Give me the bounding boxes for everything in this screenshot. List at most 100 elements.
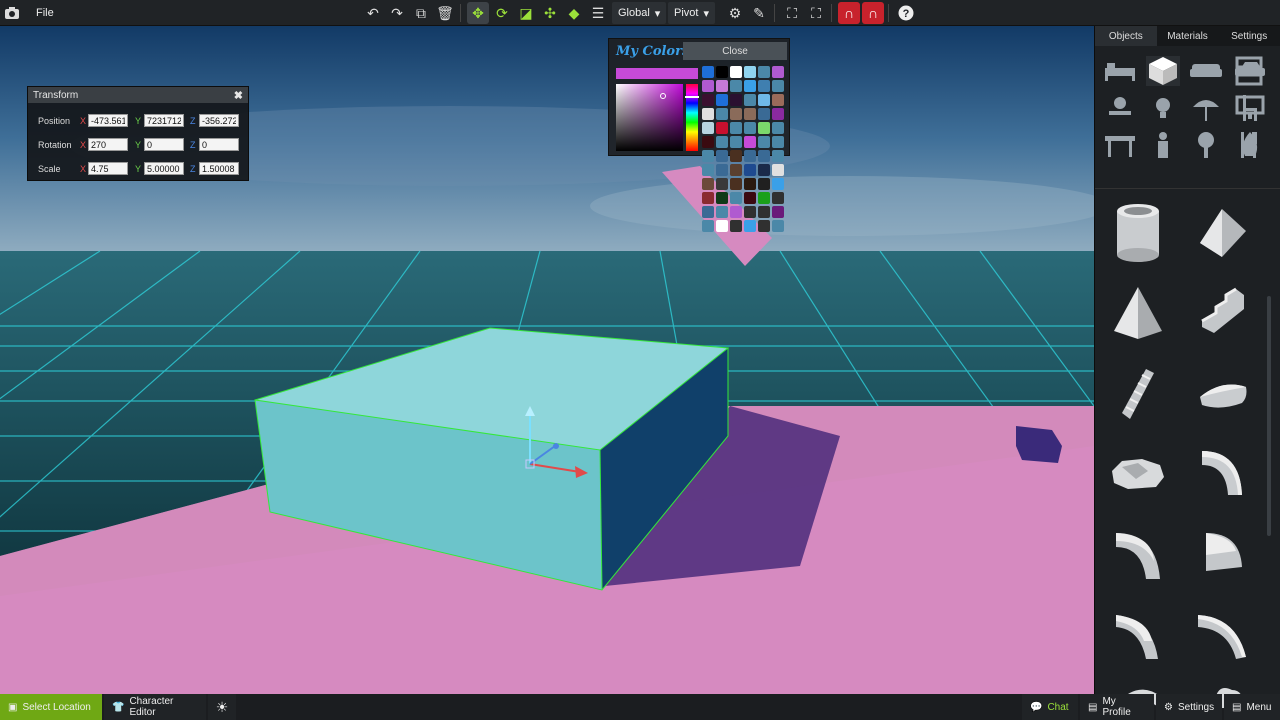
rotate-tool-icon[interactable]: ⟳ bbox=[491, 2, 513, 24]
paint-brush-icon[interactable]: ✎ bbox=[748, 2, 770, 24]
color-swatch[interactable] bbox=[716, 122, 728, 134]
object-rock[interactable] bbox=[1103, 438, 1173, 508]
color-swatch[interactable] bbox=[758, 66, 770, 78]
position-y-field[interactable] bbox=[144, 114, 184, 127]
rotation-y-field[interactable] bbox=[144, 138, 184, 151]
color-swatch[interactable] bbox=[772, 136, 784, 148]
my-profile-button[interactable]: ▤ My Profile bbox=[1080, 694, 1154, 720]
saturation-value-picker[interactable] bbox=[616, 84, 683, 151]
scale-z-field[interactable] bbox=[199, 162, 239, 175]
color-swatch[interactable] bbox=[716, 94, 728, 106]
color-swatch[interactable] bbox=[730, 80, 742, 92]
color-swatch[interactable] bbox=[716, 220, 728, 232]
color-swatch[interactable] bbox=[744, 136, 756, 148]
category-lightbulb-icon[interactable] bbox=[1146, 93, 1180, 123]
color-swatch[interactable] bbox=[730, 220, 742, 232]
color-swatch[interactable] bbox=[730, 150, 742, 162]
color-swatch[interactable] bbox=[716, 206, 728, 218]
gear-snap-icon[interactable]: ⚙ bbox=[724, 2, 746, 24]
color-swatch[interactable] bbox=[702, 206, 714, 218]
color-swatch[interactable] bbox=[730, 94, 742, 106]
color-swatch[interactable] bbox=[730, 164, 742, 176]
position-z-field[interactable] bbox=[199, 114, 239, 127]
object-pyramid[interactable] bbox=[1103, 278, 1173, 348]
close-colors-button[interactable]: Close bbox=[683, 42, 787, 60]
color-swatch[interactable] bbox=[702, 108, 714, 120]
color-swatch[interactable] bbox=[772, 220, 784, 232]
color-swatch[interactable] bbox=[702, 94, 714, 106]
space-mode-dropdown[interactable]: Global ▾ bbox=[612, 2, 667, 24]
category-car-icon[interactable] bbox=[1233, 56, 1267, 86]
color-swatch[interactable] bbox=[702, 66, 714, 78]
scale-tool-icon[interactable]: ◪ bbox=[515, 2, 537, 24]
color-swatch[interactable] bbox=[744, 150, 756, 162]
color-swatch[interactable] bbox=[744, 66, 756, 78]
file-menu[interactable]: File bbox=[28, 2, 62, 24]
category-bed-icon[interactable] bbox=[1103, 56, 1137, 86]
color-swatch[interactable] bbox=[744, 80, 756, 92]
tab-objects[interactable]: Objects bbox=[1095, 26, 1157, 46]
color-swatch[interactable] bbox=[772, 108, 784, 120]
color-swatch[interactable] bbox=[730, 122, 742, 134]
camera-icon[interactable] bbox=[4, 5, 20, 21]
object-stairs[interactable] bbox=[1187, 278, 1257, 348]
category-screen-icon[interactable] bbox=[1233, 93, 1267, 123]
category-table-icon[interactable] bbox=[1103, 130, 1137, 160]
color-swatch[interactable] bbox=[772, 164, 784, 176]
color-swatch[interactable] bbox=[716, 108, 728, 120]
list-icon[interactable]: ☰ bbox=[587, 2, 609, 24]
color-swatch[interactable] bbox=[744, 192, 756, 204]
close-icon[interactable]: ✖ bbox=[234, 89, 243, 102]
color-swatch[interactable] bbox=[702, 192, 714, 204]
color-swatch[interactable] bbox=[702, 150, 714, 162]
object-curved-wall[interactable] bbox=[1103, 598, 1173, 668]
color-swatch[interactable] bbox=[758, 136, 770, 148]
tag-tool-icon[interactable]: ◆ bbox=[563, 2, 585, 24]
object-elbow-pipe[interactable] bbox=[1187, 438, 1257, 508]
color-swatch[interactable] bbox=[730, 178, 742, 190]
object-curved-beam[interactable] bbox=[1187, 598, 1257, 668]
move-tool-icon[interactable]: ✥ bbox=[467, 2, 489, 24]
color-swatch[interactable] bbox=[758, 150, 770, 162]
color-swatch[interactable] bbox=[730, 136, 742, 148]
position-x-field[interactable] bbox=[88, 114, 128, 127]
color-swatch[interactable] bbox=[716, 164, 728, 176]
chat-button[interactable]: 💬 Chat bbox=[1022, 694, 1078, 720]
menu-button[interactable]: ▤ Menu bbox=[1224, 694, 1280, 720]
undo-icon[interactable]: ↶ bbox=[362, 2, 384, 24]
category-sofa-icon[interactable] bbox=[1189, 56, 1223, 86]
object-wedge[interactable] bbox=[1187, 198, 1257, 268]
object-staircase[interactable] bbox=[1103, 358, 1173, 428]
color-swatch[interactable] bbox=[716, 150, 728, 162]
color-swatch[interactable] bbox=[716, 66, 728, 78]
hue-slider-handle[interactable] bbox=[685, 96, 699, 98]
color-swatch[interactable] bbox=[758, 94, 770, 106]
color-swatch[interactable] bbox=[716, 192, 728, 204]
object-tube[interactable] bbox=[1103, 198, 1173, 268]
color-swatch[interactable] bbox=[744, 164, 756, 176]
tab-materials[interactable]: Materials bbox=[1157, 26, 1219, 46]
pivot-mode-dropdown[interactable]: Pivot ▾ bbox=[668, 2, 715, 24]
color-swatch[interactable] bbox=[744, 220, 756, 232]
color-swatch[interactable] bbox=[744, 206, 756, 218]
color-swatch[interactable] bbox=[758, 192, 770, 204]
library-scrollbar[interactable] bbox=[1267, 296, 1271, 536]
category-primitives-icon[interactable] bbox=[1146, 56, 1180, 86]
color-swatch[interactable] bbox=[702, 178, 714, 190]
color-swatch[interactable] bbox=[730, 206, 742, 218]
color-swatch[interactable] bbox=[702, 122, 714, 134]
transform-header[interactable]: Transform ✖ bbox=[28, 87, 248, 103]
color-swatch[interactable] bbox=[758, 80, 770, 92]
select-location-button[interactable]: ▣ Select Location bbox=[0, 694, 102, 720]
color-swatch[interactable] bbox=[744, 122, 756, 134]
category-outdoor-icon[interactable] bbox=[1189, 93, 1223, 123]
color-swatch[interactable] bbox=[758, 220, 770, 232]
color-swatch[interactable] bbox=[702, 136, 714, 148]
color-swatch[interactable] bbox=[772, 206, 784, 218]
color-swatch[interactable] bbox=[702, 164, 714, 176]
focus-icon[interactable]: ⛶ bbox=[781, 2, 803, 24]
color-swatch[interactable] bbox=[772, 122, 784, 134]
object-quarter-round[interactable] bbox=[1187, 518, 1257, 588]
character-editor-button[interactable]: 👕 Character Editor bbox=[104, 694, 206, 720]
help-icon[interactable]: ? bbox=[895, 2, 917, 24]
